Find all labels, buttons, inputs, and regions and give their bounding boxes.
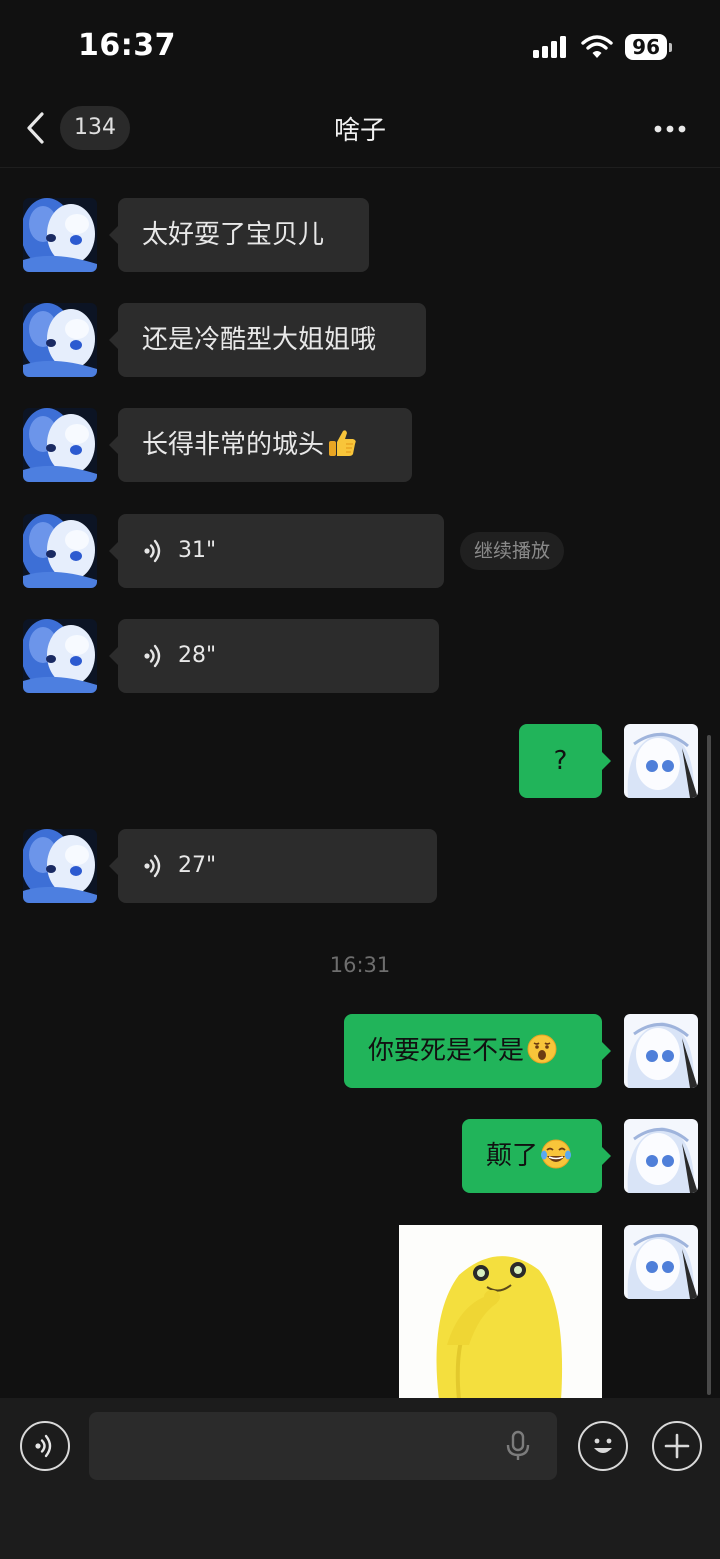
plus-icon — [664, 1433, 690, 1459]
voice-wave-icon — [143, 539, 161, 563]
outgoing-text-message[interactable]: 颠了 — [462, 1119, 611, 1193]
self-avatar[interactable] — [624, 1014, 698, 1088]
message-text: 还是冷酷型大姐姐哦 — [142, 325, 377, 355]
chat-timestamp: 16:31 — [329, 953, 391, 977]
incoming-voice-message[interactable]: 28" — [109, 619, 439, 693]
more-functions-button[interactable] — [652, 1421, 702, 1471]
self-avatar[interactable] — [624, 1119, 698, 1193]
microphone-icon[interactable] — [503, 1430, 533, 1462]
message-text: 颠了 — [486, 1141, 539, 1171]
contact-avatar[interactable] — [23, 514, 97, 588]
message-text: 长得非常的城头 — [142, 430, 325, 460]
self-avatar[interactable] — [624, 724, 698, 798]
incoming-text-message[interactable]: 太好耍了宝贝儿 — [109, 198, 369, 272]
outgoing-text-message[interactable]: 你要死是不是 — [344, 1014, 611, 1088]
thumbs-up-icon — [329, 430, 356, 456]
emoji-button[interactable] — [578, 1421, 628, 1471]
more-options-button[interactable] — [654, 114, 686, 144]
sticker-image[interactable] — [399, 1225, 602, 1400]
battery-tip — [669, 42, 672, 52]
contact-avatar[interactable] — [23, 408, 97, 482]
chat-header: 134 啥子 — [0, 90, 720, 168]
more-dots-icon — [654, 125, 686, 133]
incoming-text-message[interactable]: 还是冷酷型大姐姐哦 — [109, 303, 426, 377]
incoming-voice-message[interactable]: 31" — [109, 514, 444, 588]
smiley-icon — [594, 1438, 612, 1453]
self-avatar[interactable] — [624, 1225, 698, 1299]
status-icons: 96 — [533, 34, 672, 60]
contact-avatar[interactable] — [23, 829, 97, 903]
voice-duration: 27" — [178, 853, 217, 878]
status-bar: 16:37 96 — [0, 0, 720, 90]
message-input-bar — [0, 1398, 720, 1559]
message-text: 你要死是不是 — [368, 1036, 525, 1066]
continue-playing-button[interactable]: 继续播放 — [460, 532, 565, 570]
status-time: 16:37 — [78, 28, 176, 63]
voice-wave-icon — [34, 1434, 52, 1458]
incoming-voice-message[interactable]: 27" — [109, 829, 437, 903]
incoming-text-message[interactable]: 长得非常的城头 — [109, 408, 412, 482]
battery-indicator: 96 — [625, 34, 672, 60]
battery-level: 96 — [625, 34, 667, 60]
shocked-face-icon — [527, 1034, 557, 1064]
voice-duration: 31" — [178, 538, 217, 563]
cellular-signal-icon — [533, 36, 567, 58]
voice-duration: 28" — [178, 643, 217, 668]
message-text: 太好耍了宝贝儿 — [142, 220, 325, 250]
voice-input-toggle-button[interactable] — [20, 1421, 70, 1471]
voice-wave-icon — [143, 644, 161, 668]
message-input-field[interactable] — [89, 1412, 557, 1480]
chat-title: 啥子 — [333, 116, 386, 146]
chat-scrollbar[interactable] — [707, 735, 711, 1395]
outgoing-text-message[interactable]: ? — [519, 724, 611, 798]
contact-avatar[interactable] — [23, 619, 97, 693]
contact-avatar[interactable] — [23, 198, 97, 272]
contact-avatar[interactable] — [23, 303, 97, 377]
tears-of-joy-icon — [541, 1139, 572, 1169]
wifi-icon — [581, 35, 613, 58]
voice-wave-icon — [143, 854, 161, 878]
yellow-blob-sticker — [399, 1225, 602, 1400]
message-text: ? — [553, 746, 568, 776]
